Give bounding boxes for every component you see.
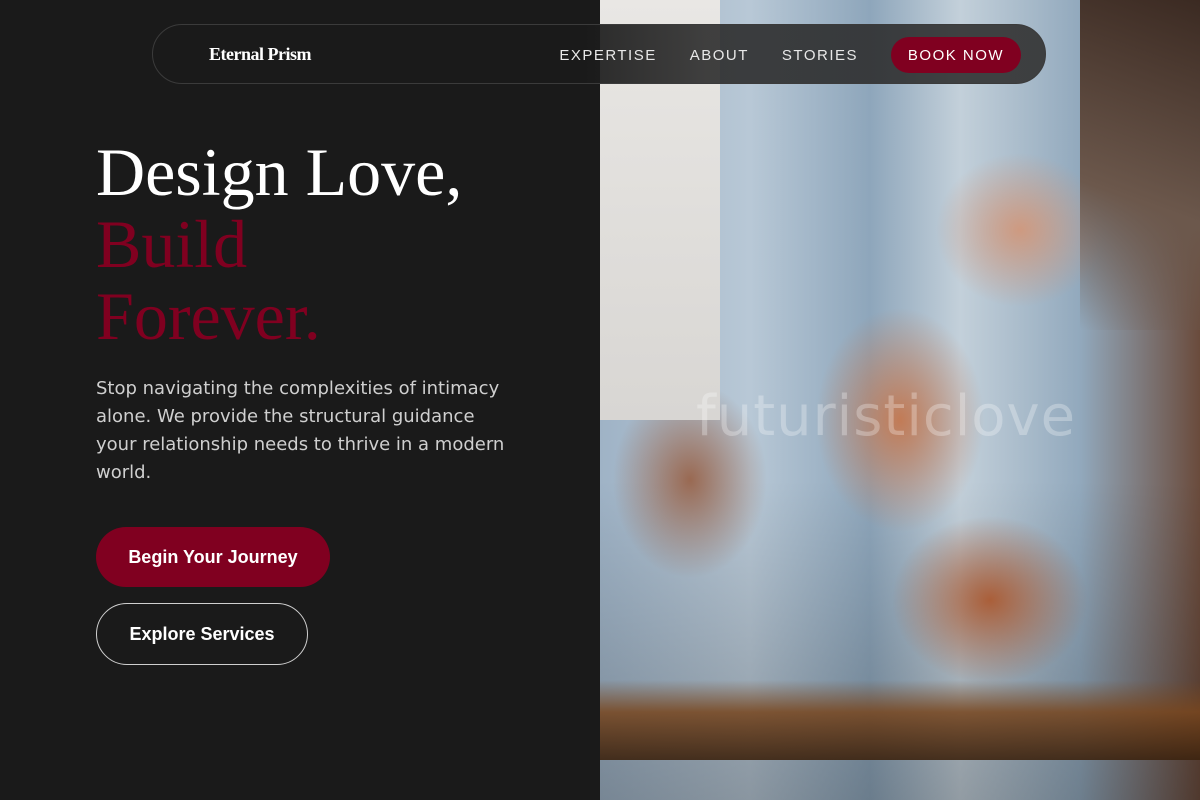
- hero-headline: Design Love, Build Forever.: [96, 136, 462, 352]
- headline-line-1: Design Love,: [96, 134, 463, 210]
- headline-line-2: Build: [96, 206, 248, 282]
- nav-links: EXPERTISE ABOUT STORIES BOOK NOW: [559, 37, 1021, 73]
- top-nav: Eternal Prism EXPERTISE ABOUT STORIES BO…: [152, 24, 1046, 84]
- nav-link-about[interactable]: ABOUT: [690, 47, 749, 64]
- photo-bench-region: [600, 680, 1200, 760]
- book-now-button[interactable]: BOOK NOW: [891, 37, 1021, 73]
- headline-line-3: Forever.: [96, 278, 321, 354]
- photo-watermark: futuristiclove: [696, 384, 1077, 449]
- photo-hair-region: [1080, 0, 1200, 330]
- hero-photo: futuristiclove: [600, 0, 1200, 800]
- begin-journey-button[interactable]: Begin Your Journey: [96, 527, 330, 587]
- nav-link-stories[interactable]: STORIES: [782, 47, 858, 64]
- explore-services-button[interactable]: Explore Services: [96, 603, 308, 665]
- nav-link-expertise[interactable]: EXPERTISE: [559, 47, 656, 64]
- hero-description: Stop navigating the complexities of inti…: [96, 378, 505, 483]
- brand-logo[interactable]: Eternal Prism: [209, 44, 311, 65]
